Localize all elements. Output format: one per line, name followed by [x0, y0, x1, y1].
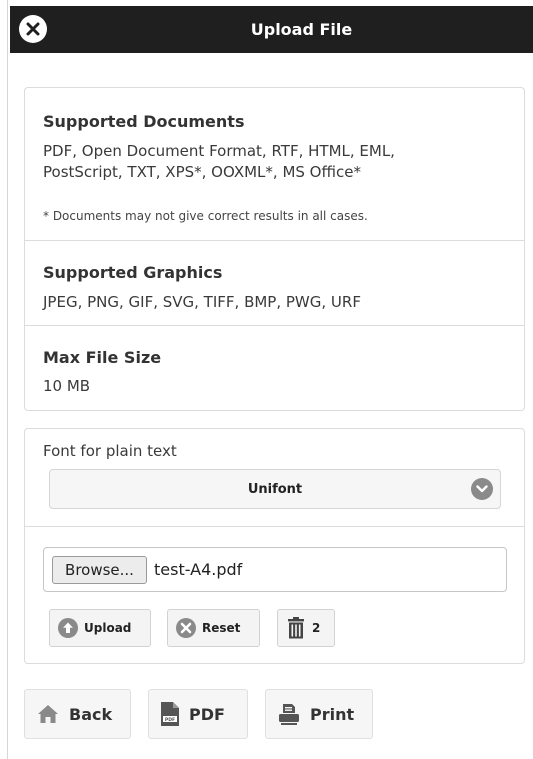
- delete-button[interactable]: 2: [277, 609, 335, 647]
- reset-label: Reset: [202, 621, 241, 635]
- file-input[interactable]: Browse... test-A4.pdf: [43, 547, 507, 592]
- reset-button[interactable]: Reset: [167, 609, 260, 647]
- documents-note: * Documents may not give correct results…: [43, 209, 368, 223]
- trash-icon: [286, 617, 306, 639]
- max-size-heading: Max File Size: [43, 348, 162, 367]
- documents-section: Supported Documents PDF, Open Document F…: [25, 88, 524, 240]
- graphics-section: Supported Graphics JPEG, PNG, GIF, SVG, …: [25, 241, 524, 325]
- header-bar: Upload File: [10, 6, 533, 53]
- divider: [25, 526, 524, 527]
- print-label: Print: [310, 704, 355, 724]
- pdf-button[interactable]: PDF PDF: [148, 689, 248, 739]
- print-button[interactable]: Print: [265, 689, 373, 739]
- upload-arrow-icon: [58, 618, 78, 638]
- svg-text:PDF: PDF: [165, 717, 175, 723]
- max-size-value: 10 MB: [43, 377, 91, 395]
- graphics-list: JPEG, PNG, GIF, SVG, TIFF, BMP, PWG, URF: [43, 293, 361, 311]
- delete-count: 2: [312, 621, 321, 635]
- pdf-label: PDF: [189, 704, 225, 724]
- font-select[interactable]: Unifont: [49, 469, 501, 509]
- upload-card: Font for plain text Unifont Browse... te…: [24, 428, 525, 664]
- back-label: Back: [69, 704, 113, 724]
- left-edge: [0, 0, 8, 759]
- back-button[interactable]: Back: [24, 689, 131, 739]
- chevron-down-icon: [471, 478, 493, 500]
- max-size-section: Max File Size 10 MB: [25, 326, 524, 412]
- upload-button[interactable]: Upload: [49, 609, 151, 647]
- printer-icon: [278, 703, 300, 725]
- font-select-value: Unifont: [247, 481, 303, 497]
- graphics-heading: Supported Graphics: [43, 263, 223, 282]
- documents-list-line2: PostScript, TXT, XPS*, OOXML*, MS Office…: [43, 163, 361, 181]
- documents-heading: Supported Documents: [43, 112, 245, 131]
- home-icon: [37, 703, 59, 725]
- reset-x-icon: [176, 618, 196, 638]
- pdf-file-icon: PDF: [161, 702, 179, 726]
- font-label: Font for plain text: [43, 442, 177, 460]
- supported-formats-card: Supported Documents PDF, Open Document F…: [24, 87, 525, 411]
- browse-button[interactable]: Browse...: [52, 556, 147, 584]
- upload-label: Upload: [84, 621, 132, 635]
- documents-list-line1: PDF, Open Document Format, RTF, HTML, EM…: [43, 142, 395, 160]
- page-title: Upload File: [250, 20, 353, 39]
- selected-filename: test-A4.pdf: [154, 560, 243, 579]
